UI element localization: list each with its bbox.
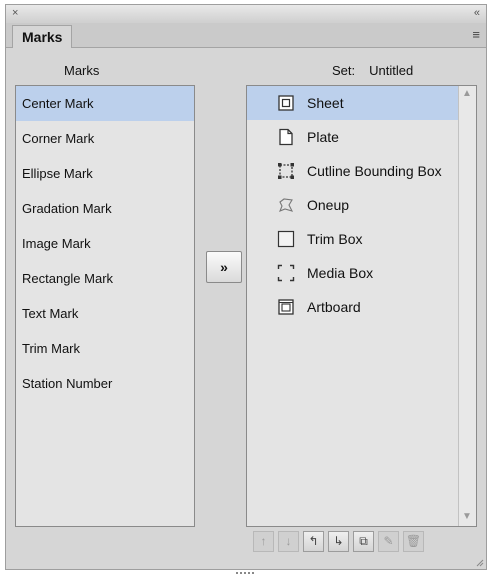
list-item-label: Ellipse Mark <box>22 166 93 181</box>
set-list-scrollbar[interactable]: ▲ ▼ <box>458 86 476 526</box>
marks-list-header: Marks <box>64 63 100 78</box>
set-item-trim-box[interactable]: Trim Box <box>247 222 459 256</box>
collapse-panel-icon[interactable]: « <box>474 6 480 20</box>
list-item-label: Trim Mark <box>22 341 81 356</box>
list-item-image-mark[interactable]: Image Mark <box>16 226 194 261</box>
set-tree-list[interactable]: Sheet Plate Cutline Bounding Box Oneup T… <box>246 85 477 527</box>
set-item-artboard[interactable]: Artboard <box>247 290 459 324</box>
list-item-rectangle-mark[interactable]: Rectangle Mark <box>16 261 194 296</box>
media-box-icon <box>277 264 295 282</box>
tab-marks[interactable]: Marks <box>12 25 73 48</box>
scroll-up-icon[interactable]: ▲ <box>462 88 472 99</box>
move-up-button[interactable]: ↑ <box>253 531 274 552</box>
tab-row: Marks ≡ <box>6 23 486 48</box>
list-item-label: Image Mark <box>22 236 91 251</box>
duplicate-button[interactable]: ⧉ <box>353 531 374 552</box>
list-item-text-mark[interactable]: Text Mark <box>16 296 194 331</box>
oneup-icon <box>279 198 294 212</box>
arrow-up-icon: ↑ <box>260 534 267 548</box>
list-item-corner-mark[interactable]: Corner Mark <box>16 121 194 156</box>
set-item-media-box[interactable]: Media Box <box>247 256 459 290</box>
trim-box-icon <box>277 230 295 248</box>
list-item-center-mark[interactable]: Center Mark <box>16 86 194 121</box>
set-item-label: Cutline Bounding Box <box>307 163 442 179</box>
list-item-station-number[interactable]: Station Number <box>16 366 194 401</box>
list-item-label: Center Mark <box>22 96 94 111</box>
set-item-cutline-bounding-box[interactable]: Cutline Bounding Box <box>247 154 459 188</box>
list-item-gradation-mark[interactable]: Gradation Mark <box>16 191 194 226</box>
artboard-icon <box>278 299 294 315</box>
panel-drag-grip-icon[interactable] <box>236 561 262 574</box>
marks-list[interactable]: Center Mark Corner Mark Ellipse Mark Gra… <box>15 85 195 527</box>
marks-panel: × « Marks ≡ Marks Set: Untitled Center Ma… <box>5 4 487 574</box>
add-mark-button[interactable]: » <box>206 251 242 283</box>
delete-button[interactable]: 🗑 <box>403 531 424 552</box>
duplicate-icon: ⧉ <box>359 534 368 548</box>
edit-icon: ✎ <box>383 534 394 548</box>
outdent-icon: ↰ <box>308 534 319 548</box>
list-item-label: Corner Mark <box>22 131 95 146</box>
set-header: Set: Untitled <box>332 63 413 78</box>
set-toolbar: ↑ ↓ ↰ ↳ ⧉ ✎ 🗑 <box>251 531 483 555</box>
set-item-sheet[interactable]: Sheet <box>247 86 459 120</box>
move-out-button[interactable]: ↰ <box>303 531 324 552</box>
move-in-button[interactable]: ↳ <box>328 531 349 552</box>
set-item-label: Media Box <box>307 265 374 281</box>
set-item-label: Sheet <box>307 95 344 111</box>
set-item-label: Artboard <box>307 299 361 315</box>
list-item-label: Gradation Mark <box>22 201 112 216</box>
list-item-ellipse-mark[interactable]: Ellipse Mark <box>16 156 194 191</box>
set-label: Set: <box>332 63 356 78</box>
close-panel-icon[interactable]: × <box>12 6 18 20</box>
cutline-bounding-box-icon <box>278 163 294 179</box>
set-name: Untitled <box>369 63 414 78</box>
list-item-label: Station Number <box>22 376 113 391</box>
set-tree-viewport: Sheet Plate Cutline Bounding Box Oneup T… <box>247 86 459 526</box>
resize-handle-icon[interactable] <box>474 557 484 567</box>
move-down-button[interactable]: ↓ <box>278 531 299 552</box>
scroll-down-icon[interactable]: ▼ <box>462 511 472 522</box>
set-item-label: Trim Box <box>307 231 363 247</box>
plate-icon <box>279 128 293 146</box>
trash-icon: 🗑 <box>405 534 422 548</box>
arrow-down-icon: ↓ <box>285 534 292 548</box>
list-item-label: Text Mark <box>22 306 79 321</box>
indent-icon: ↳ <box>333 534 344 548</box>
set-item-plate[interactable]: Plate <box>247 120 459 154</box>
set-item-label: Oneup <box>307 197 350 213</box>
sheet-icon <box>278 95 294 111</box>
set-item-label: Plate <box>307 129 339 145</box>
panel-menu-icon[interactable]: ≡ <box>472 27 480 43</box>
list-item-label: Rectangle Mark <box>22 271 114 286</box>
panel-titlebar: × « <box>6 5 486 24</box>
list-item-trim-mark[interactable]: Trim Mark <box>16 331 194 366</box>
edit-button[interactable]: ✎ <box>378 531 399 552</box>
set-item-oneup[interactable]: Oneup <box>247 188 459 222</box>
